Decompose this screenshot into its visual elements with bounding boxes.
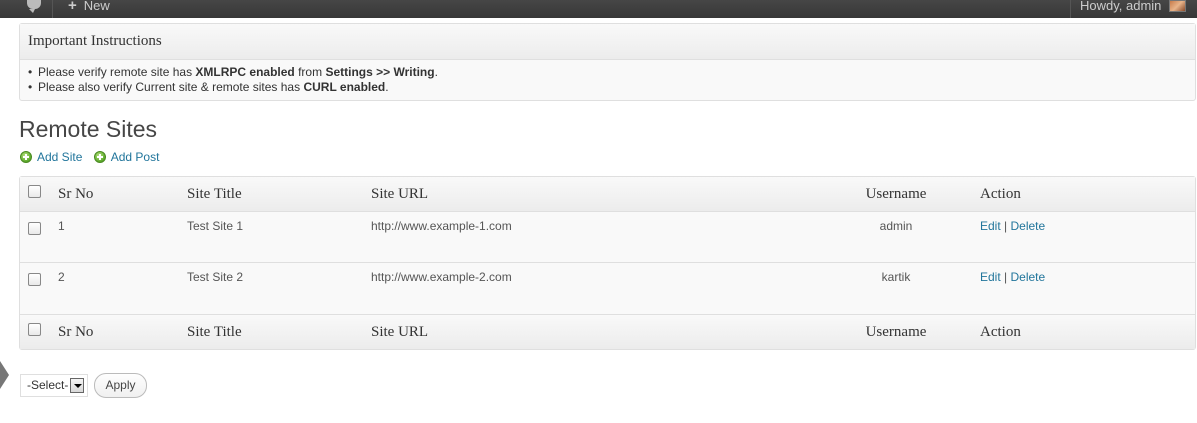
- cell-site-title: Test Site 1: [187, 212, 371, 263]
- table-row: 2 Test Site 2 http://www.example-2.com k…: [20, 263, 1195, 314]
- select-all-footer: [20, 314, 58, 349]
- remote-sites-table: Sr No Site Title Site URL Username Actio…: [19, 176, 1196, 350]
- cell-site-url: http://www.example-1.com: [371, 212, 812, 263]
- collapse-arrow-icon[interactable]: [0, 361, 9, 389]
- col-site-title: Site Title: [187, 177, 371, 212]
- col-sr-no: Sr No: [58, 314, 187, 349]
- delete-link[interactable]: Delete: [1011, 270, 1046, 284]
- action-separator: |: [1004, 219, 1008, 233]
- col-site-title: Site Title: [187, 314, 371, 349]
- new-label: New: [83, 0, 110, 13]
- instructions-title: Important Instructions: [20, 24, 1195, 60]
- cell-sr-no: 2: [58, 270, 65, 284]
- bullet-icon: •: [28, 80, 33, 94]
- select-all-checkbox[interactable]: [28, 323, 41, 336]
- plus-icon: +: [68, 0, 77, 14]
- col-sr-no: Sr No: [58, 177, 187, 212]
- bullet-icon: •: [28, 65, 33, 79]
- cell-username: kartik: [881, 270, 911, 284]
- instruction-line-1: • Please verify remote site has XMLRPC en…: [28, 65, 438, 79]
- comment-bubble-icon: [27, 0, 41, 13]
- instruction-line-2: • Please also verify Current site & remot…: [28, 80, 389, 94]
- cell-username: admin: [812, 212, 980, 263]
- avatar: [1169, 0, 1186, 12]
- cell-site-url: http://www.example-2.com: [371, 270, 512, 284]
- chevron-down-icon: [70, 378, 84, 393]
- page-actions: Add Site Add Post: [20, 150, 167, 166]
- col-action: Action: [980, 314, 1195, 349]
- account-menu[interactable]: Howdy, admin: [1070, 0, 1197, 18]
- select-all-header: [20, 177, 58, 212]
- new-content-menu[interactable]: + New: [68, 0, 110, 15]
- cell-action: Edit | Delete: [980, 263, 1195, 314]
- action-separator: |: [1004, 270, 1008, 284]
- col-username: Username: [812, 314, 980, 349]
- page-title: Remote Sites: [19, 116, 158, 142]
- instructions-box: Important Instructions • Please verify re…: [19, 23, 1196, 101]
- cell-sr-no: 1: [58, 212, 187, 263]
- admin-bar: + New Howdy, admin: [0, 0, 1197, 18]
- col-action: Action: [980, 177, 1195, 212]
- col-site-url: Site URL: [371, 314, 812, 349]
- instructions-body: • Please verify remote site has XMLRPC en…: [20, 60, 1195, 95]
- row-checkbox[interactable]: [28, 222, 41, 235]
- bulk-select-value: -Select-: [27, 378, 69, 392]
- apply-button[interactable]: Apply: [94, 373, 147, 398]
- select-all-checkbox[interactable]: [28, 185, 41, 198]
- col-username: Username: [812, 177, 980, 212]
- row-checkbox[interactable]: [28, 273, 41, 286]
- cell-site-title: Test Site 2: [187, 270, 244, 284]
- delete-link[interactable]: Delete: [1011, 219, 1046, 233]
- table-header-row: Sr No Site Title Site URL Username Actio…: [20, 177, 1195, 212]
- comments-menu[interactable]: [0, 0, 53, 18]
- edit-link[interactable]: Edit: [980, 270, 1001, 284]
- cell-action: Edit | Delete: [980, 212, 1195, 263]
- add-site-link[interactable]: Add Site: [20, 150, 82, 164]
- col-site-url: Site URL: [371, 177, 812, 212]
- add-icon: [20, 151, 32, 163]
- table-row: 1 Test Site 1 http://www.example-1.com a…: [20, 212, 1195, 263]
- add-post-link[interactable]: Add Post: [93, 150, 159, 164]
- edit-link[interactable]: Edit: [980, 219, 1001, 233]
- add-icon: [93, 151, 106, 163]
- bulk-action-select[interactable]: -Select-: [20, 374, 88, 397]
- howdy-label: Howdy, admin: [1080, 0, 1162, 13]
- table-footer-row: Sr No Site Title Site URL Username Actio…: [20, 314, 1195, 349]
